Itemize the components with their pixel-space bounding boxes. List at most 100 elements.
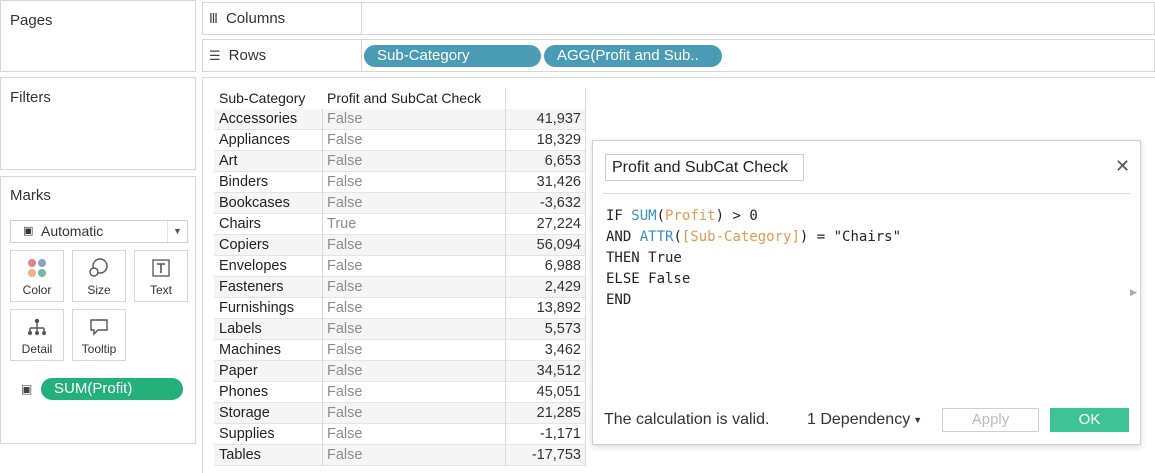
sub-category-cell: Appliances xyxy=(219,132,290,148)
chevron-down-icon: ▼ xyxy=(913,414,923,425)
profit-subcat-check-cell: False xyxy=(327,426,363,442)
sub-category-cell: Envelopes xyxy=(219,258,287,274)
mark-type-dropdown[interactable]: ▣ Automatic ▼ xyxy=(10,220,188,243)
dependency-label: 1 Dependency xyxy=(807,411,911,428)
profit-subcat-check-cell: True xyxy=(327,216,357,232)
profit-value-cell: 45,051 xyxy=(536,384,581,400)
calculation-dialog: Profit and SubCat Check ✕ IF SUM(Profit)… xyxy=(592,140,1141,445)
dialog-divider xyxy=(603,193,1130,194)
table-row[interactable]: Furnishings False 13,892 xyxy=(214,298,586,319)
column-divider xyxy=(322,109,323,466)
table-row[interactable]: Appliances False 18,329 xyxy=(214,130,586,151)
profit-value-cell: -17,753 xyxy=(531,447,581,463)
table-row[interactable]: Phones False 45,051 xyxy=(214,382,586,403)
table-row[interactable]: Bookcases False -3,632 xyxy=(214,193,586,214)
columns-shelf[interactable]: Ⅲ Columns xyxy=(202,2,1155,35)
text-button[interactable]: Text xyxy=(134,250,188,302)
profit-subcat-check-cell: False xyxy=(327,111,363,127)
profit-subcat-check-cell: False xyxy=(327,174,363,190)
filters-card[interactable]: Filters xyxy=(0,77,196,170)
code-line-2: AND ATTR([Sub-Category]) = "Chairs" xyxy=(606,229,902,245)
sub-category-cell: Supplies xyxy=(219,426,275,442)
table-row[interactable]: Envelopes False 6,988 xyxy=(214,256,586,277)
code-line-1: IF SUM(Profit) > 0 xyxy=(606,208,758,224)
table-row[interactable]: Machines False 3,462 xyxy=(214,340,586,361)
ok-button[interactable]: OK xyxy=(1050,408,1129,432)
sub-category-cell: Binders xyxy=(219,174,269,190)
header-profit-subcat-check[interactable]: Profit and SubCat Check xyxy=(327,88,481,109)
sum-profit-pill[interactable]: SUM(Profit) xyxy=(41,378,183,400)
calc-name-input[interactable]: Profit and SubCat Check xyxy=(605,154,804,181)
tooltip-icon xyxy=(73,316,125,340)
profit-value-cell: 31,426 xyxy=(536,174,581,190)
sub-category-cell: Accessories xyxy=(219,111,298,127)
columns-label: Columns xyxy=(225,10,286,27)
size-button[interactable]: Size xyxy=(72,250,126,302)
profit-subcat-check-cell: False xyxy=(327,447,363,463)
table-row[interactable]: Labels False 5,573 xyxy=(214,319,586,340)
detail-button[interactable]: Detail xyxy=(10,309,64,361)
profit-subcat-check-cell: False xyxy=(327,363,363,379)
sub-category-cell: Art xyxy=(219,153,238,169)
color-label: Color xyxy=(22,283,52,297)
expand-arrow-icon[interactable]: ▶ xyxy=(1130,287,1137,298)
detail-icon xyxy=(11,316,63,340)
table-row[interactable]: Fasteners False 2,429 xyxy=(214,277,586,298)
table-row[interactable]: Tables False -17,753 xyxy=(214,445,586,466)
profit-value-cell: 21,285 xyxy=(536,405,581,421)
sub-category-cell: Storage xyxy=(219,405,270,421)
header-sub-category[interactable]: Sub-Category xyxy=(219,88,305,109)
tooltip-button[interactable]: Tooltip xyxy=(72,309,126,361)
rows-shelf-label: ☰ Rows xyxy=(203,40,362,71)
chevron-down-icon: ▼ xyxy=(167,221,187,242)
agg-profit-subcat-pill[interactable]: AGG(Profit and Sub.. xyxy=(544,45,722,67)
profit-subcat-check-cell: False xyxy=(327,279,363,295)
column-divider xyxy=(505,88,506,466)
profit-value-cell: 5,573 xyxy=(544,321,581,337)
table-row[interactable]: Copiers False 56,094 xyxy=(214,235,586,256)
profit-value-cell: 2,429 xyxy=(544,279,581,295)
profit-value-cell: 18,329 xyxy=(536,132,581,148)
sub-category-cell: Copiers xyxy=(219,237,269,253)
text-encoding-icon: ▣ xyxy=(21,382,33,396)
code-line-4: ELSE False xyxy=(606,271,691,287)
profit-value-cell: 3,462 xyxy=(544,342,581,358)
text-label: Text xyxy=(149,283,172,297)
profit-subcat-check-cell: False xyxy=(327,258,363,274)
table-row[interactable]: Binders False 31,426 xyxy=(214,172,586,193)
profit-value-cell: 41,937 xyxy=(536,111,581,127)
tooltip-label: Tooltip xyxy=(81,342,117,356)
table-row[interactable]: Supplies False -1,171 xyxy=(214,424,586,445)
columns-shelf-label: Ⅲ Columns xyxy=(203,3,362,34)
profit-value-cell: 6,988 xyxy=(544,258,581,274)
code-line-5: END xyxy=(606,292,632,308)
text-icon xyxy=(135,257,187,281)
mark-type-value: Automatic xyxy=(41,223,104,239)
color-icon xyxy=(11,257,63,281)
sub-category-cell: Paper xyxy=(219,363,258,379)
table-row[interactable]: Chairs True 27,224 xyxy=(214,214,586,235)
profit-value-cell: 13,892 xyxy=(536,300,581,316)
detail-label: Detail xyxy=(21,342,53,356)
sub-category-cell: Phones xyxy=(219,384,269,400)
table-row[interactable]: Storage False 21,285 xyxy=(214,403,586,424)
profit-subcat-check-cell: False xyxy=(327,153,363,169)
table-row[interactable]: Accessories False 41,937 xyxy=(214,109,586,130)
profit-value-cell: 34,512 xyxy=(536,363,581,379)
pages-title: Pages xyxy=(10,12,53,29)
table-row[interactable]: Paper False 34,512 xyxy=(214,361,586,382)
dependency-dropdown[interactable]: 1 Dependency ▼ xyxy=(807,411,922,429)
profit-value-cell: -1,171 xyxy=(539,426,581,442)
close-icon[interactable]: ✕ xyxy=(1115,156,1130,176)
sub-category-cell: Machines xyxy=(219,342,282,358)
pages-card[interactable]: Pages xyxy=(0,0,196,72)
color-button[interactable]: Color xyxy=(10,250,64,302)
validation-status: The calculation is valid. xyxy=(604,411,770,428)
profit-subcat-check-cell: False xyxy=(327,237,363,253)
profit-subcat-check-cell: False xyxy=(327,405,363,421)
profit-value-cell: 6,653 xyxy=(544,153,581,169)
apply-button[interactable]: Apply xyxy=(942,408,1039,432)
table-row[interactable]: Art False 6,653 xyxy=(214,151,586,172)
text-mark-icon: ▣ xyxy=(23,225,34,237)
sub-category-pill[interactable]: Sub-Category xyxy=(364,45,541,67)
